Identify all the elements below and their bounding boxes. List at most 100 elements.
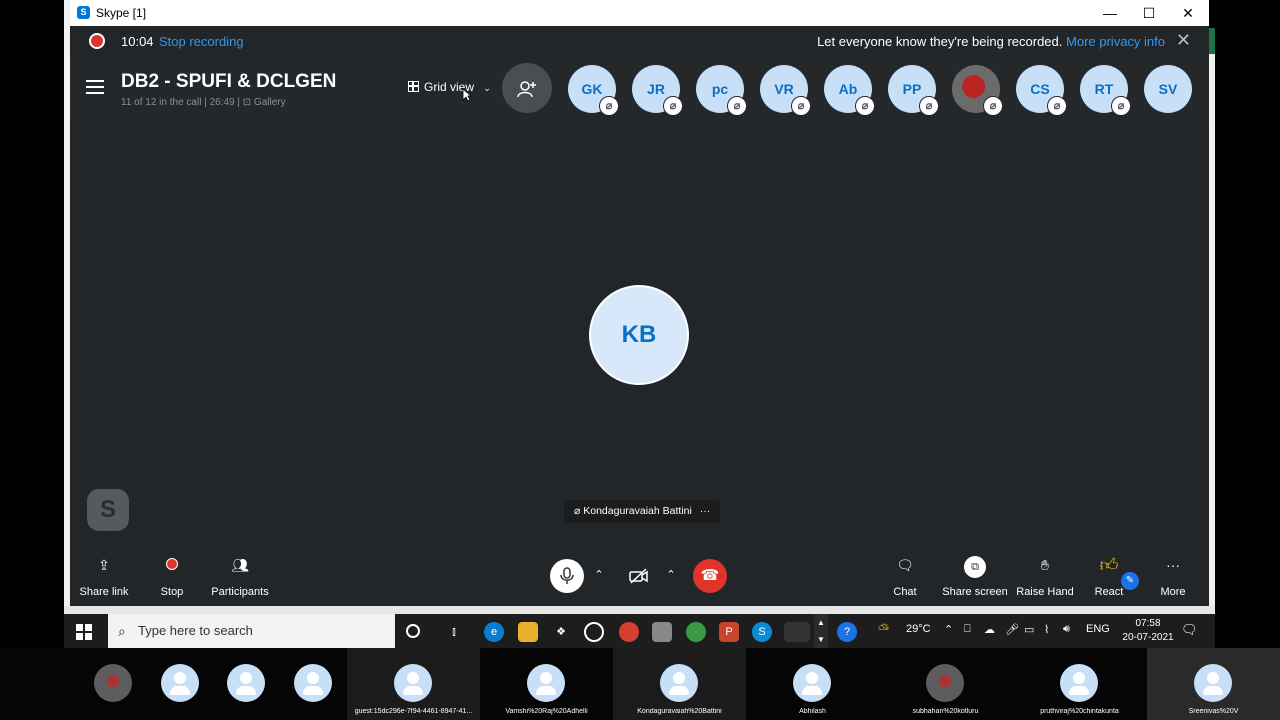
microphone-icon: [560, 567, 574, 585]
minimize-button[interactable]: —: [1091, 0, 1129, 26]
notifications-icon[interactable]: 🗨︎: [1181, 622, 1198, 638]
file-explorer-icon[interactable]: [518, 622, 538, 642]
tray-app-icon[interactable]: ⎕: [964, 623, 971, 636]
menu-icon[interactable]: [86, 80, 104, 94]
mic-muted-icon: ⌀: [1111, 96, 1131, 116]
participant-avatar[interactable]: [227, 664, 265, 702]
participants-label: Participants: [211, 586, 269, 598]
participant-tile[interactable]: subhahan%20kotluru: [879, 648, 1012, 720]
privacy-link[interactable]: More privacy info: [1066, 34, 1165, 49]
cortana-icon[interactable]: [406, 624, 420, 638]
participant-caption: Abhilash: [799, 708, 826, 715]
windows-start-icon[interactable]: [76, 624, 92, 640]
skype-icon[interactable]: S: [752, 622, 772, 642]
language-indicator[interactable]: ENG: [1086, 623, 1110, 635]
weather-temp[interactable]: 29°C: [906, 623, 931, 635]
taskbar-search-box[interactable]: ⌕ Type here to search: [108, 614, 395, 648]
tray-chevron-icon[interactable]: ⌃: [944, 623, 953, 636]
share-screen-button[interactable]: ⧉ Share screen: [935, 548, 1015, 598]
maximize-button[interactable]: ☐: [1130, 0, 1168, 26]
participant-avatar[interactable]: GK ⌀: [568, 65, 619, 116]
app-icon[interactable]: [784, 622, 810, 642]
mic-muted-icon: ⌀: [663, 96, 683, 116]
stop-recording-link[interactable]: Stop recording: [159, 34, 244, 49]
help-icon[interactable]: ?: [837, 622, 857, 642]
participant-photo-avatar[interactable]: [94, 664, 132, 702]
battery-icon[interactable]: ▭: [1024, 623, 1034, 636]
microphone-button[interactable]: [550, 559, 584, 593]
more-options-icon[interactable]: ···: [700, 505, 711, 517]
microphone-tray-icon[interactable]: 🎤︎: [1005, 623, 1019, 636]
speaker-avatar[interactable]: KB: [589, 285, 689, 385]
participant-tile[interactable]: guest:15dc296e-7f94-4461-8947-41...: [347, 648, 480, 720]
participant-tile[interactable]: Vamshi%20Raj%20Adhelli: [480, 648, 613, 720]
chat-button[interactable]: 🗨︎ Chat: [865, 548, 945, 598]
participant-photo-avatar[interactable]: ⌀: [952, 65, 1003, 116]
participant-initials: GK: [581, 81, 603, 97]
mic-muted-icon: ⌀: [983, 96, 1003, 116]
app-icon[interactable]: [584, 622, 604, 642]
participant-avatar: [793, 664, 831, 702]
chat-icon: 🗨︎: [896, 557, 914, 573]
share-screen-icon: ⧉: [935, 548, 1015, 578]
onedrive-icon[interactable]: ☁︎: [984, 623, 995, 636]
participant-caption: guest:15dc296e-7f94-4461-8947-41...: [354, 708, 473, 715]
participant-tile[interactable]: Kondaguravaiah%20Battini: [613, 648, 746, 720]
participant-avatar[interactable]: RT ⌀: [1080, 65, 1131, 116]
more-icon: ···: [1166, 557, 1180, 573]
close-button[interactable]: ✕: [1169, 0, 1207, 26]
skype-logo-icon: S: [77, 6, 90, 19]
wifi-icon[interactable]: ⌇: [1044, 623, 1049, 636]
participant-tile[interactable]: Abhilash: [746, 648, 879, 720]
participant-initials: VR: [774, 81, 794, 97]
task-view-icon[interactable]: ⫾: [444, 622, 464, 642]
participant-avatar[interactable]: JR ⌀: [632, 65, 683, 116]
speaker-name-tag[interactable]: ⌀ Kondaguravaiah Battini ···: [564, 500, 721, 523]
recording-notice-text: Let everyone know they're being recorded…: [817, 34, 1063, 49]
clock-date: 20-07-2021: [1122, 632, 1174, 643]
recording-time: 10:04: [121, 34, 154, 49]
close-notice-icon[interactable]: ✕: [1176, 30, 1191, 51]
participant-avatar[interactable]: PP ⌀: [888, 65, 939, 116]
participant-avatar[interactable]: CS ⌀: [1016, 65, 1067, 116]
chevron-up-icon[interactable]: ⌃: [592, 568, 606, 582]
participant-initials: pc: [711, 81, 729, 97]
call-subtitle: 11 of 12 in the call | 26:49 | ⊡ Gallery: [121, 97, 286, 108]
chevron-up-icon[interactable]: ⌃: [664, 568, 678, 582]
participant-avatar[interactable]: [294, 664, 332, 702]
powerpoint-icon[interactable]: P: [719, 622, 739, 642]
clock[interactable]: 07:58 20-07-2021: [1122, 617, 1174, 645]
chat-label: Chat: [893, 586, 917, 598]
edge-icon[interactable]: e: [484, 622, 504, 642]
participant-tile[interactable]: Sreenivas%20V: [1147, 648, 1280, 720]
dropbox-icon[interactable]: ❖: [551, 622, 571, 642]
participants-button[interactable]: 👥︎ Participants: [200, 548, 280, 598]
app-icon[interactable]: [652, 622, 672, 642]
participant-avatar[interactable]: [161, 664, 199, 702]
volume-icon[interactable]: 🔊︎: [1063, 623, 1070, 636]
more-button[interactable]: ··· More: [1133, 548, 1213, 598]
chevron-down-icon: ⌄: [483, 83, 491, 93]
video-off-button[interactable]: [622, 559, 656, 593]
participant-avatar[interactable]: VR ⌀: [760, 65, 811, 116]
grid-view-button[interactable]: Grid view ⌄: [408, 80, 491, 94]
taskbar-scroll[interactable]: ▲ ▼: [814, 614, 828, 648]
share-screen-label: Share screen: [942, 586, 1008, 598]
participant-caption: subhahan%20kotluru: [912, 708, 979, 715]
participant-strip: guest:15dc296e-7f94-4461-8947-41... Vams…: [0, 648, 1280, 720]
participant-tile[interactable]: pruthviraj%20chintakunta: [1013, 648, 1146, 720]
participant-avatar[interactable]: SV: [1144, 65, 1192, 113]
weather-icon[interactable]: ⛅︎: [878, 621, 889, 638]
skype-window: S Skype [1] — ☐ ✕ 10:04 Stop recording L…: [70, 0, 1209, 606]
speaker-name: Kondaguravaiah Battini: [583, 505, 692, 517]
hang-up-button[interactable]: ☎: [693, 559, 727, 593]
add-participant-button[interactable]: [502, 63, 552, 113]
participant-avatar[interactable]: pc ⌀: [696, 65, 747, 116]
window-title: Skype [1]: [96, 6, 147, 20]
call-title: DB2 - SPUFI & DCLGEN: [121, 71, 337, 92]
chrome-icon[interactable]: [619, 622, 639, 642]
participant-avatar[interactable]: Ab ⌀: [824, 65, 875, 116]
mic-muted-icon: ⌀: [727, 96, 747, 116]
call-controls: ⇪ Share link Stop 👥︎ Participants ⌃ ⌃ ☎ …: [70, 548, 1209, 606]
chrome-icon[interactable]: [686, 622, 706, 642]
